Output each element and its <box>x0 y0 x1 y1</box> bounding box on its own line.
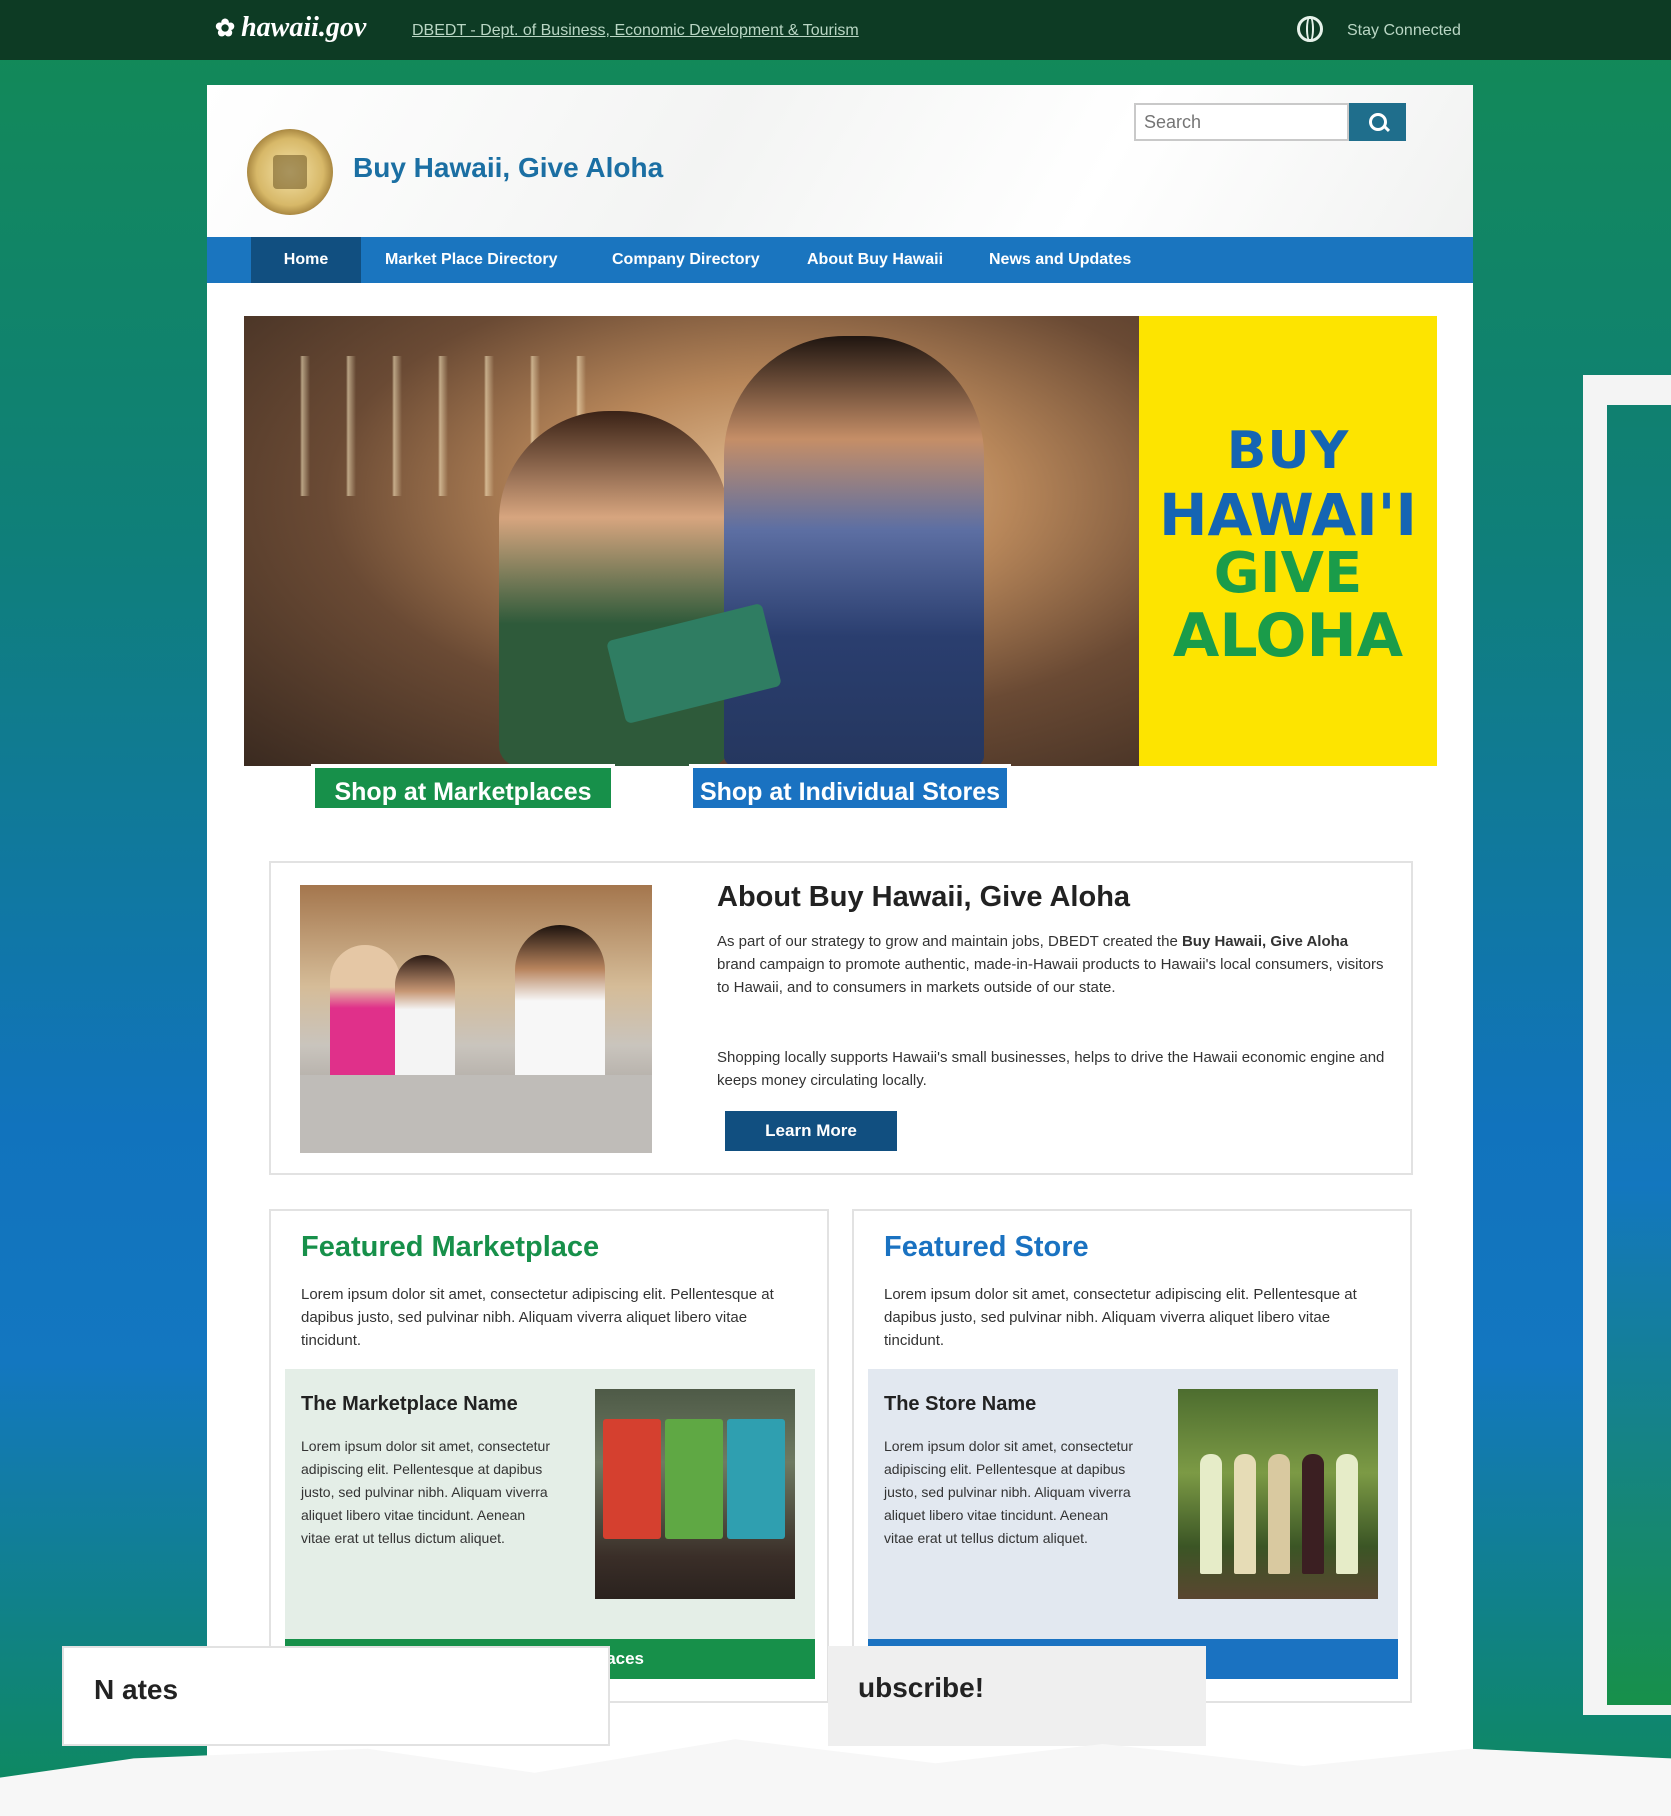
hawaii-gov-logo-text: hawaii.gov <box>241 12 367 43</box>
hero-banner: BUY HAWAI'I GIVE ALOHA Shop at Marketpla… <box>244 316 1437 812</box>
background-panel <box>1583 375 1671 1715</box>
nav-about-buy-hawaii[interactable]: About Buy Hawaii <box>807 237 943 283</box>
wine-bottle <box>1336 1454 1358 1574</box>
about-paragraph-1: As part of our strategy to grow and main… <box>717 930 1385 999</box>
search-button[interactable] <box>1349 103 1406 141</box>
featured-store-title: Featured Store <box>884 1231 1089 1263</box>
subscribe-section: ubscribe! <box>828 1646 1206 1746</box>
news-updates-section: N ates <box>62 1646 610 1746</box>
marketplace-name[interactable]: The Marketplace Name <box>301 1393 518 1416</box>
nav-company-directory[interactable]: Company Directory <box>612 237 760 283</box>
about-section: About Buy Hawaii, Give Aloha As part of … <box>269 861 1413 1175</box>
wine-bottle <box>1268 1454 1290 1574</box>
search-input[interactable] <box>1134 103 1349 141</box>
buy-hawaii-give-aloha-logo: BUY HAWAI'I GIVE ALOHA <box>1139 316 1437 766</box>
wine-bottle <box>1302 1454 1324 1574</box>
about-p1-text: As part of our strategy to grow and main… <box>717 933 1182 950</box>
featured-store-desc: Lorem ipsum dolor sit amet, consectetur … <box>884 1286 1357 1349</box>
search-form <box>1134 103 1406 141</box>
about-p1-text-end: brand campaign to promote authentic, mad… <box>717 956 1384 996</box>
shop-marketplaces-button[interactable]: Shop at Marketplaces <box>311 764 615 812</box>
state-seal-logo[interactable] <box>247 129 333 215</box>
marketplace-card: The Marketplace Name Lorem ipsum dolor s… <box>285 1369 815 1639</box>
about-title: About Buy Hawaii, Give Aloha <box>717 881 1131 913</box>
nav-news-and-updates[interactable]: News and Updates <box>989 237 1131 283</box>
agency-link[interactable]: DBEDT - Dept. of Business, Economic Deve… <box>412 22 859 40</box>
site-header: Buy Hawaii, Give Aloha <box>207 85 1473 237</box>
hawaii-gov-logo[interactable]: ✿ hawaii.gov <box>215 12 366 44</box>
logo-line-give: GIVE <box>1213 541 1363 606</box>
marketplace-text: Lorem ipsum dolor sit amet, consectetur … <box>301 1438 550 1546</box>
about-photo <box>300 885 652 1153</box>
about-photo-person-2 <box>395 955 455 1085</box>
marketplace-image[interactable] <box>595 1389 795 1599</box>
featured-marketplace-desc: Lorem ipsum dolor sit amet, consectetur … <box>301 1286 774 1349</box>
about-photo-person-1 <box>330 945 400 1085</box>
logo-line-hawaii: HAWAI'I <box>1159 481 1417 549</box>
subscribe-title: ubscribe! <box>858 1672 985 1703</box>
featured-store-section: Featured Store Lorem ipsum dolor sit ame… <box>852 1209 1412 1703</box>
about-photo-table <box>300 1075 652 1153</box>
store-text: Lorem ipsum dolor sit amet, consectetur … <box>884 1438 1133 1546</box>
news-updates-title: N ates <box>94 1674 179 1705</box>
learn-more-button[interactable]: Learn More <box>725 1111 897 1151</box>
globe-icon[interactable] <box>1297 16 1323 42</box>
gov-top-bar: ✿ hawaii.gov DBEDT - Dept. of Business, E… <box>0 0 1671 60</box>
featured-marketplace-section: Featured Marketplace Lorem ipsum dolor s… <box>269 1209 829 1703</box>
snack-bag-teal <box>727 1419 785 1539</box>
featured-marketplace-title: Featured Marketplace <box>301 1231 600 1263</box>
hawaii-gov-logo-icon: ✿ <box>215 16 236 42</box>
stay-connected-link[interactable]: Stay Connected <box>1347 22 1461 40</box>
page-card: Buy Hawaii, Give Aloha Home Market Place… <box>207 85 1473 1816</box>
main-nav: Home Market Place Directory Company Dire… <box>207 237 1473 283</box>
hero-photo <box>244 316 1139 766</box>
shop-stores-button[interactable]: Shop at Individual Stores <box>689 764 1011 812</box>
store-name[interactable]: The Store Name <box>884 1393 1036 1416</box>
search-icon <box>1369 113 1387 131</box>
nav-market-place-directory[interactable]: Market Place Directory <box>385 237 558 283</box>
hero-photo-man <box>724 336 984 766</box>
logo-line-buy: BUY <box>1226 421 1350 481</box>
wine-bottle <box>1234 1454 1256 1574</box>
about-p1-bold: Buy Hawaii, Give Aloha <box>1181 933 1349 950</box>
logo-line-aloha: ALOHA <box>1172 601 1404 671</box>
snack-bag-red <box>603 1419 661 1539</box>
store-card: The Store Name Lorem ipsum dolor sit ame… <box>868 1369 1398 1639</box>
hero-photo-woman <box>499 411 729 766</box>
wine-bottle <box>1200 1454 1222 1574</box>
store-image[interactable] <box>1178 1389 1378 1599</box>
about-paragraph-2: Shopping locally supports Hawaii's small… <box>717 1049 1385 1089</box>
site-title[interactable]: Buy Hawaii, Give Aloha <box>353 152 663 184</box>
nav-home[interactable]: Home <box>251 237 361 283</box>
snack-bag-green <box>665 1419 723 1539</box>
